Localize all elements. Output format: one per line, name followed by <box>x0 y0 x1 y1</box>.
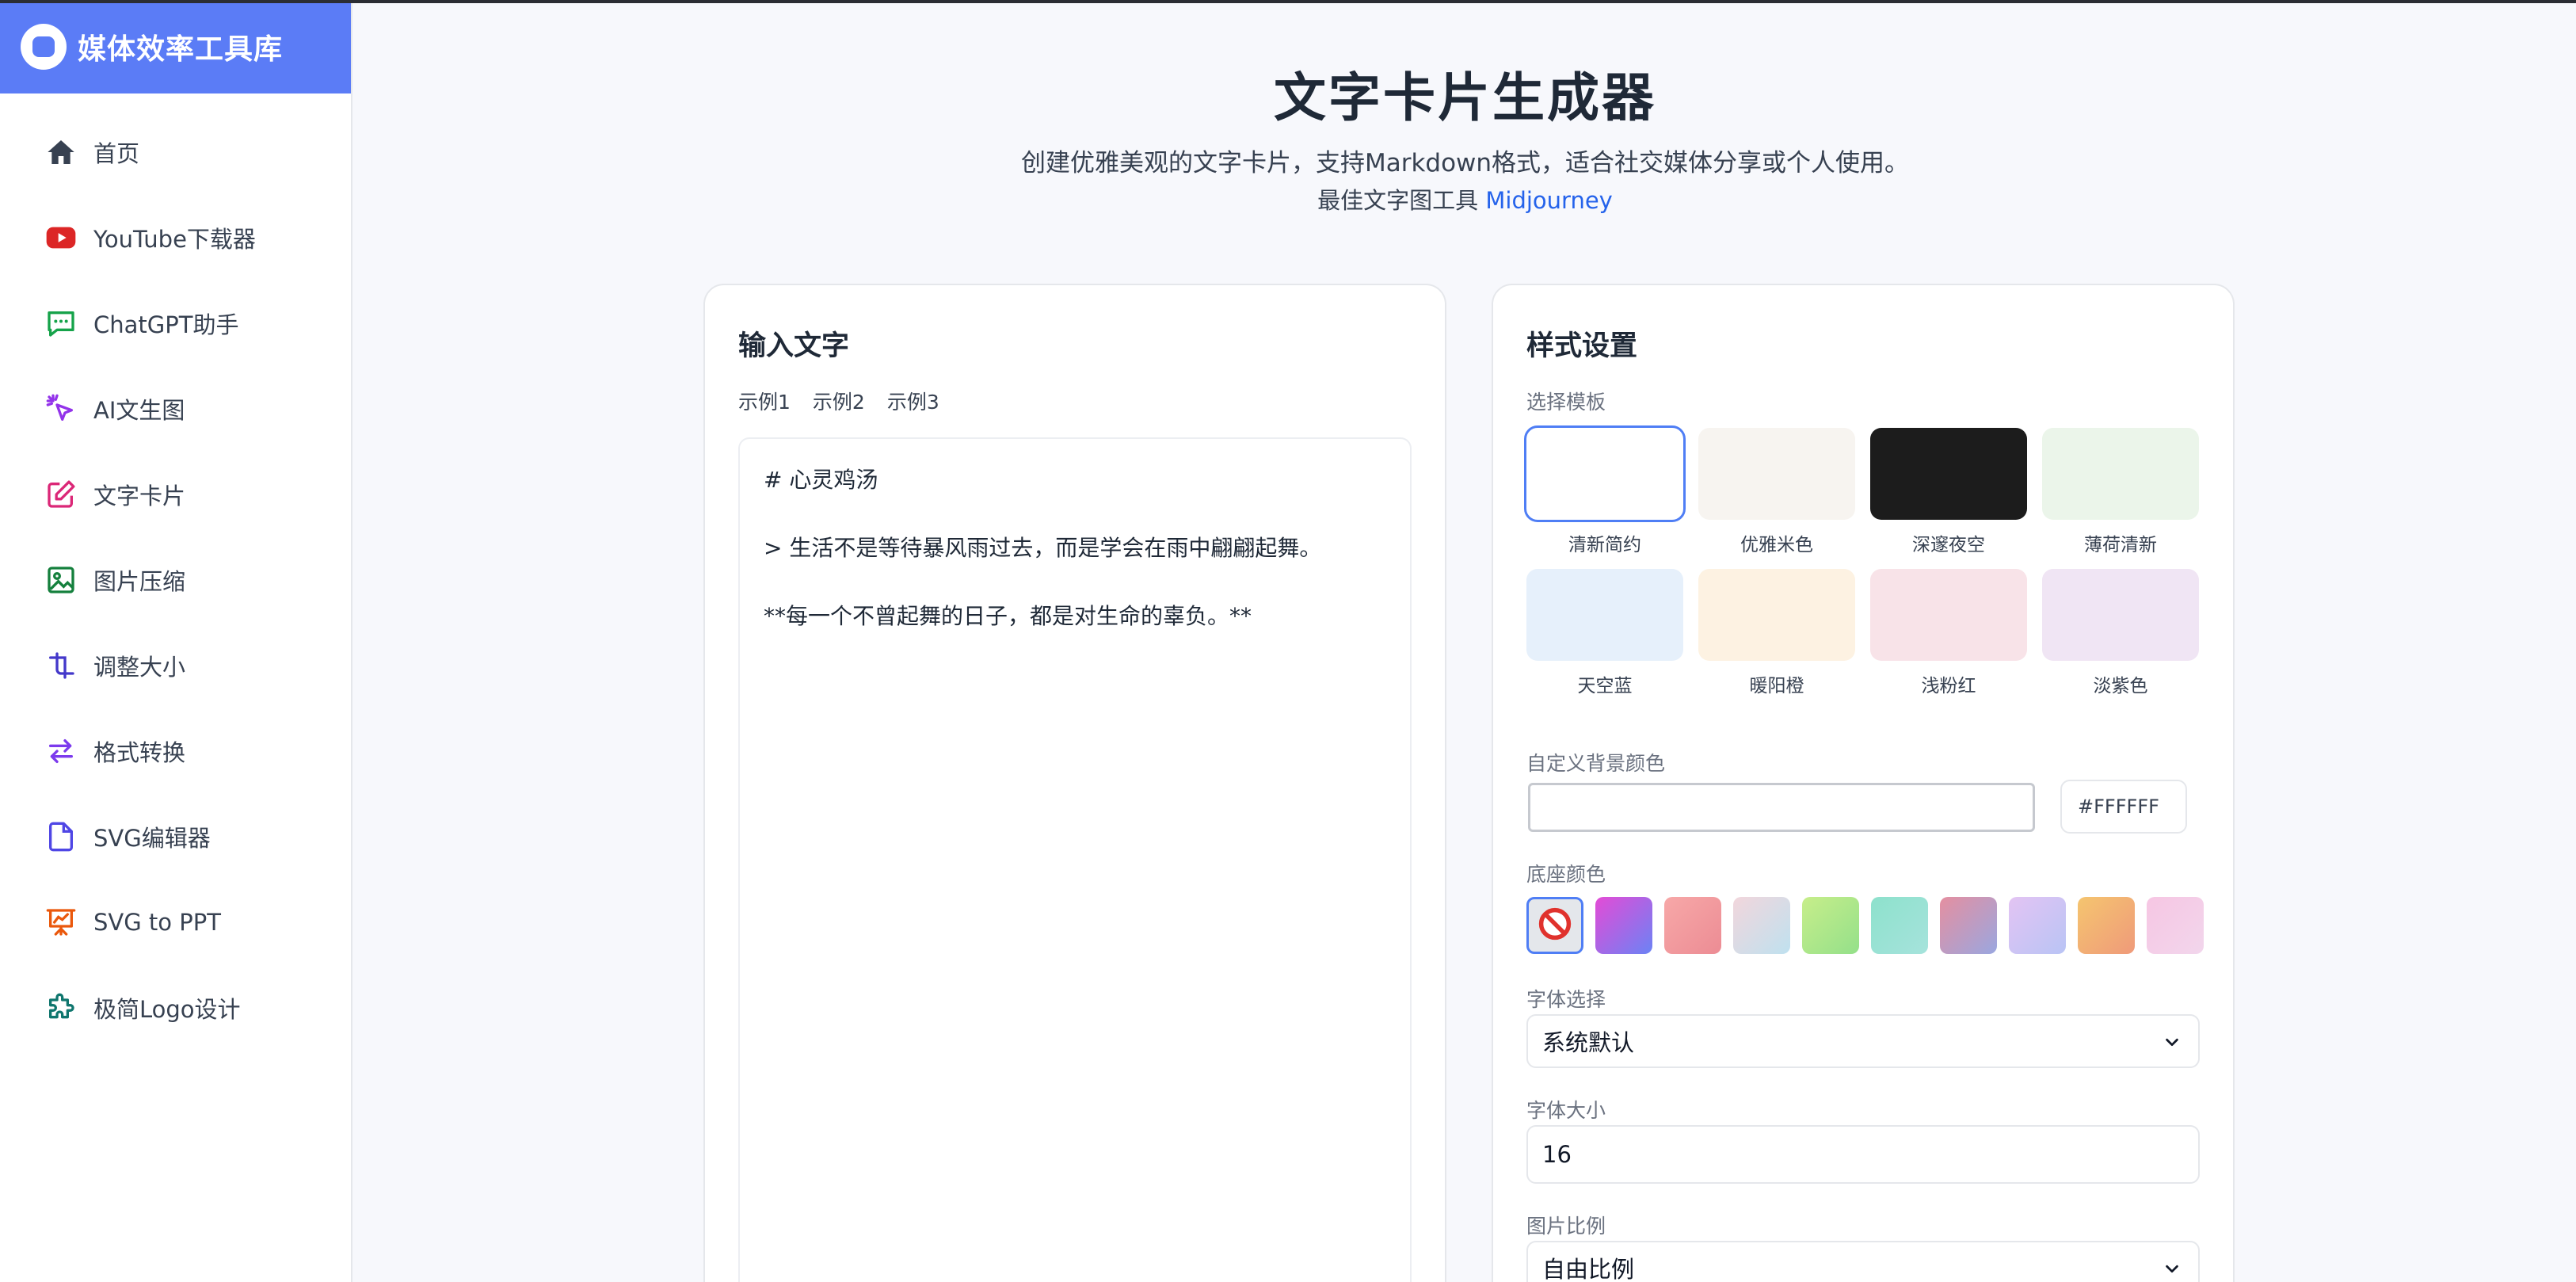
sidebar-item-label: 图片压缩 <box>93 568 186 595</box>
page-subtitle-tool: 最佳文字图工具 Midjourney <box>354 182 2576 216</box>
example-links: 示例1 示例2 示例3 <box>738 387 939 415</box>
template-name: 深邃夜空 <box>1912 535 1985 555</box>
sidebar-item-label: 调整大小 <box>93 654 186 681</box>
template-name: 优雅米色 <box>1740 535 1813 555</box>
input-card: 输入文字 示例1 示例2 示例3 <box>703 284 1446 1282</box>
youtube-icon <box>44 221 78 254</box>
font-size-input[interactable]: 16 <box>1526 1125 2200 1184</box>
base-color-none-swatch[interactable] <box>1526 897 1583 954</box>
edit-icon <box>44 478 78 511</box>
main-content: 文字卡片生成器 创建优雅美观的文字卡片，支持Markdown格式，适合社交媒体分… <box>354 0 2576 1282</box>
base-color-swatch[interactable] <box>1733 897 1790 954</box>
template-light-purple[interactable] <box>2042 569 2199 661</box>
sidebar-item-home[interactable]: 首页 <box>0 109 351 195</box>
chevron-down-icon <box>2166 1038 2178 1047</box>
template-name: 清新简约 <box>1568 535 1641 555</box>
sidebar-item-ai-image[interactable]: AI文生图 <box>0 366 351 452</box>
base-color-swatch[interactable] <box>1802 897 1859 954</box>
template-name: 天空蓝 <box>1577 676 1633 696</box>
page-title: 文字卡片生成器 <box>1274 67 1656 128</box>
sidebar-item-youtube[interactable]: YouTube下载器 <box>0 195 351 280</box>
sidebar-item-resize[interactable]: 调整大小 <box>0 623 351 708</box>
sidebar-item-label: 格式转换 <box>93 739 186 766</box>
brand-title: 媒体效率工具库 <box>78 33 284 66</box>
prohibited-icon <box>1538 906 1572 944</box>
template-deep-night[interactable] <box>1870 428 2027 520</box>
base-color-swatches <box>1526 897 2204 954</box>
sidebar-item-chatgpt[interactable]: ChatGPT助手 <box>0 280 351 366</box>
markdown-text-input[interactable] <box>738 437 1412 1282</box>
resize-icon <box>44 649 78 682</box>
template-name: 薄荷清新 <box>2084 535 2157 555</box>
template-elegant-beige[interactable] <box>1698 428 1855 520</box>
window-top-border <box>0 0 2576 3</box>
image-icon <box>44 563 78 597</box>
template-light-pink[interactable] <box>1870 569 2027 661</box>
tool-prefix: 最佳文字图工具 <box>1317 187 1486 214</box>
base-color-swatch[interactable] <box>1871 897 1928 954</box>
brand-logo-icon <box>21 24 67 70</box>
example-1-button[interactable]: 示例1 <box>738 387 791 415</box>
sidebar-item-label: YouTube下载器 <box>93 226 256 253</box>
swap-icon <box>44 734 78 768</box>
style-card-title: 样式设置 <box>1526 330 1638 362</box>
base-color-swatch[interactable] <box>1595 897 1652 954</box>
sidebar-item-label: 首页 <box>93 140 140 167</box>
font-size-label: 字体大小 <box>1526 1099 1606 1122</box>
template-label: 选择模板 <box>1526 391 1606 414</box>
sidebar-item-image-compress[interactable]: 图片压缩 <box>0 537 351 623</box>
bg-color-hex-input[interactable] <box>2060 780 2187 834</box>
sidebar-item-label: AI文生图 <box>93 397 185 424</box>
presentation-icon <box>44 906 78 939</box>
example-3-button[interactable]: 示例3 <box>887 387 939 415</box>
template-warm-orange[interactable] <box>1698 569 1855 661</box>
sidebar: 媒体效率工具库 首页 YouTube下载器 ChatGPT助手 AI文生图 文字… <box>0 0 352 1282</box>
font-size-value: 16 <box>1542 1141 1572 1168</box>
midjourney-link[interactable]: Midjourney <box>1485 187 1612 214</box>
sidebar-item-label: SVG编辑器 <box>93 825 211 852</box>
template-name: 暖阳橙 <box>1749 676 1804 696</box>
font-select[interactable]: 系统默认 <box>1526 1014 2200 1068</box>
sidebar-item-text-card[interactable]: 文字卡片 <box>0 452 351 537</box>
template-name: 浅粉红 <box>1921 676 1976 696</box>
template-sky-blue[interactable] <box>1526 569 1683 661</box>
template-fresh-simple[interactable] <box>1524 425 1686 522</box>
bg-color-label: 自定义背景颜色 <box>1526 752 1666 775</box>
bg-color-picker[interactable] <box>1528 783 2035 832</box>
image-ratio-label: 图片比例 <box>1526 1215 1606 1238</box>
sidebar-item-label: 极简Logo设计 <box>93 996 241 1023</box>
style-card: 样式设置 选择模板 清新简约 优雅米色 深邃夜空 薄荷清新 天空蓝 暖阳橙 浅粉… <box>1492 284 2235 1282</box>
sidebar-item-svg-to-ppt[interactable]: SVG to PPT <box>0 879 351 965</box>
chevron-down-icon <box>2166 1265 2178 1273</box>
sidebar-nav: 首页 YouTube下载器 ChatGPT助手 AI文生图 文字卡片 图片压缩 … <box>0 93 351 1051</box>
sidebar-item-label: 文字卡片 <box>93 483 186 509</box>
base-color-swatch[interactable] <box>2147 897 2204 954</box>
font-label: 字体选择 <box>1526 988 1606 1011</box>
file-icon <box>44 820 78 853</box>
sidebar-item-format-convert[interactable]: 格式转换 <box>0 708 351 794</box>
chat-bubble-icon <box>44 307 78 340</box>
base-color-swatch[interactable] <box>2078 897 2135 954</box>
sidebar-item-label: SVG to PPT <box>93 909 221 936</box>
puzzle-icon <box>44 991 78 1024</box>
template-name: 淡紫色 <box>2093 676 2148 696</box>
base-color-swatch[interactable] <box>2009 897 2066 954</box>
home-icon <box>44 135 78 169</box>
example-2-button[interactable]: 示例2 <box>813 387 865 415</box>
sidebar-item-svg-editor[interactable]: SVG编辑器 <box>0 794 351 879</box>
sidebar-item-label: ChatGPT助手 <box>93 311 239 338</box>
base-color-swatch[interactable] <box>1940 897 1997 954</box>
brand-header[interactable]: 媒体效率工具库 <box>0 0 351 93</box>
template-mint-fresh[interactable] <box>2042 428 2199 520</box>
sidebar-item-logo-design[interactable]: 极简Logo设计 <box>0 965 351 1051</box>
base-color-swatch[interactable] <box>1664 897 1721 954</box>
page-subtitle: 创建优雅美观的文字卡片，支持Markdown格式，适合社交媒体分享或个人使用。 <box>1020 149 1910 177</box>
font-select-value: 系统默认 <box>1542 1029 1635 1056</box>
image-ratio-value: 自由比例 <box>1542 1256 1635 1282</box>
image-ratio-select[interactable]: 自由比例 <box>1526 1241 2200 1282</box>
input-card-title: 输入文字 <box>738 330 850 362</box>
magic-cursor-icon <box>44 392 78 425</box>
base-color-label: 底座颜色 <box>1526 863 1606 886</box>
